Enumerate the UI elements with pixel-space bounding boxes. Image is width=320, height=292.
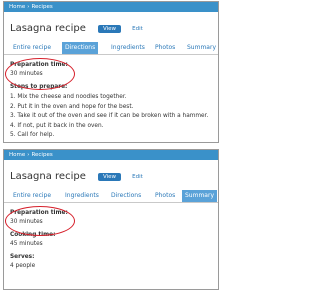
step-item: 4. If not, put it back in the oven.: [10, 122, 104, 129]
tab-photos[interactable]: Photos: [152, 191, 178, 201]
breadcrumb-home-link[interactable]: Home: [9, 152, 25, 158]
tab-ingredients[interactable]: Ingredients: [108, 43, 148, 53]
tab-ingredients[interactable]: Ingredients: [62, 191, 102, 201]
step-item: 2. Put it in the oven and hope for the b…: [10, 103, 134, 110]
breadcrumb: Home › Recipes: [4, 150, 218, 160]
breadcrumb-home-link[interactable]: Home: [9, 4, 25, 10]
highlight-circle: [5, 206, 75, 236]
tab-photos[interactable]: Photos: [152, 43, 178, 53]
tab-directions[interactable]: Directions: [62, 42, 99, 54]
page-title: Lasagna recipe: [10, 23, 86, 34]
serves-label: Serves:: [10, 254, 35, 260]
page-title: Lasagna recipe: [10, 171, 86, 182]
edit-link[interactable]: Edit: [132, 26, 143, 32]
tab-summary[interactable]: Summary: [184, 43, 218, 53]
breadcrumb-recipes-link[interactable]: Recipes: [31, 4, 52, 10]
recipe-screenshot-summary: Home › Recipes Lasagna recipe View Edit En…: [3, 149, 219, 290]
recipe-tabs: Entire recipe Ingredients Directions Pho…: [4, 190, 218, 203]
step-item: 5. Call for help.: [10, 132, 55, 139]
recipe-screenshot-directions: Home › Recipes Lasagna recipe View Edit En…: [3, 1, 219, 143]
highlight-circle: [5, 58, 75, 90]
breadcrumb: Home › Recipes: [4, 2, 218, 12]
tab-summary[interactable]: Summary: [182, 190, 217, 202]
view-button[interactable]: View: [97, 172, 122, 181]
recipe-tabs: Entire recipe Directions Ingredients Pho…: [4, 42, 218, 55]
tab-directions[interactable]: Directions: [108, 191, 144, 201]
serves-value: 4 people: [10, 263, 36, 269]
step-item: 3. Take it out of the oven and see if it…: [10, 113, 209, 120]
tab-entire-recipe[interactable]: Entire recipe: [10, 43, 54, 53]
steps-list: 1. Mix the cheese and noodles together. …: [10, 94, 215, 139]
edit-link[interactable]: Edit: [132, 174, 143, 180]
breadcrumb-recipes-link[interactable]: Recipes: [31, 152, 52, 158]
cook-time-value: 45 minutes: [10, 241, 43, 247]
view-button[interactable]: View: [97, 24, 122, 33]
breadcrumb-separator: ›: [27, 4, 30, 10]
breadcrumb-separator: ›: [27, 152, 30, 158]
tab-entire-recipe[interactable]: Entire recipe: [10, 191, 54, 201]
step-item: 1. Mix the cheese and noodles together.: [10, 94, 127, 100]
